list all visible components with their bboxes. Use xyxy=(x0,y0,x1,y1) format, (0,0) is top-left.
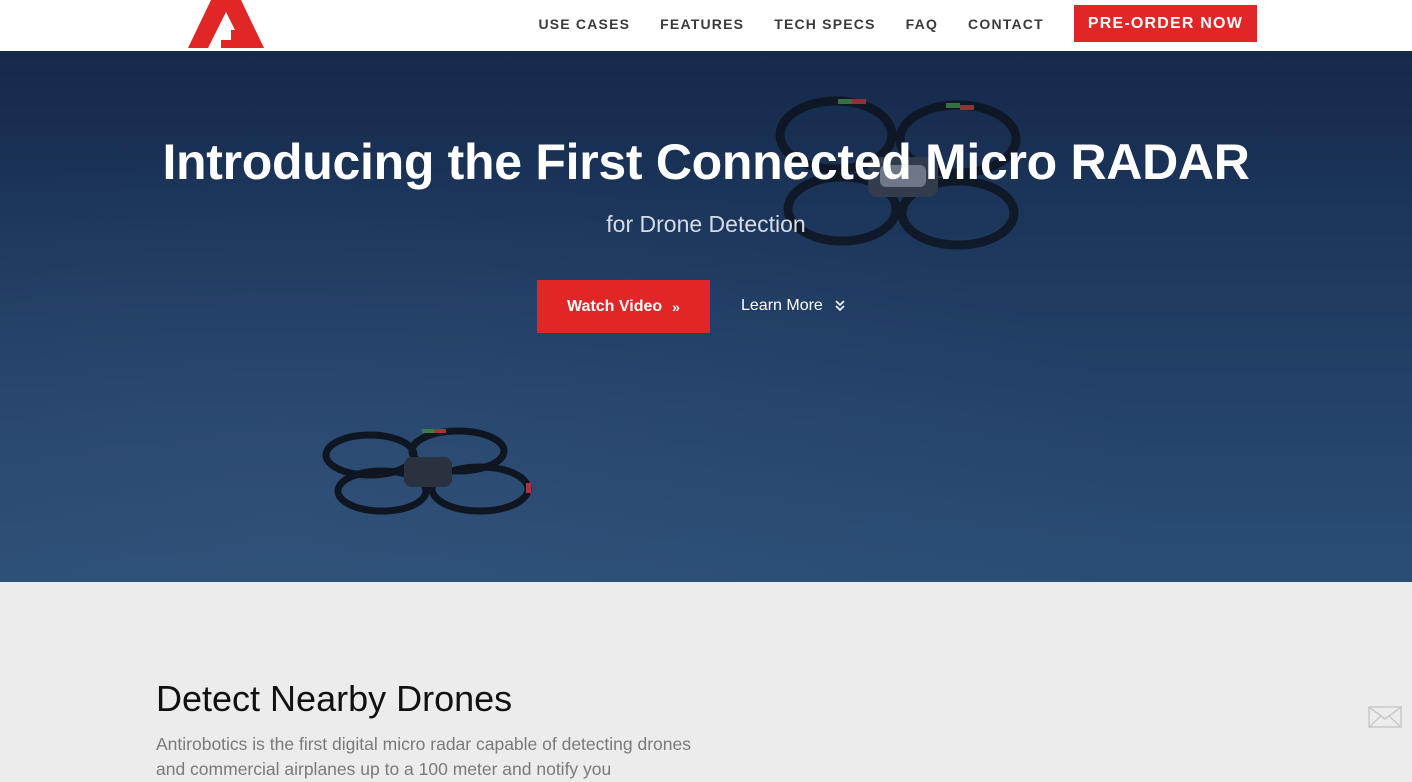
hero-subtitle: for Drone Detection xyxy=(606,211,806,237)
nav-contact[interactable]: CONTACT xyxy=(968,16,1044,32)
nav-faq[interactable]: FAQ xyxy=(906,16,938,32)
watch-video-button[interactable]: Watch Video » xyxy=(537,280,710,333)
nav-use-cases[interactable]: USE CASES xyxy=(538,16,630,32)
pre-order-button[interactable]: PRE-ORDER NOW xyxy=(1073,5,1257,42)
drone-image xyxy=(322,427,532,515)
main-nav: USE CASES FEATURES TECH SPECS FAQ CONTAC… xyxy=(538,0,1257,47)
site-header: USE CASES FEATURES TECH SPECS FAQ CONTAC… xyxy=(0,0,1412,51)
double-chevron-down-icon xyxy=(835,300,845,312)
antirobotics-logo-icon[interactable] xyxy=(188,0,264,48)
watch-video-label: Watch Video xyxy=(567,297,663,315)
hero-section: Introducing the First Connected Micro RA… xyxy=(0,51,1412,582)
nav-features[interactable]: FEATURES xyxy=(660,16,744,32)
double-chevron-right-icon: » xyxy=(672,298,680,315)
nav-tech-specs[interactable]: TECH SPECS xyxy=(774,16,875,32)
mail-icon[interactable] xyxy=(1368,706,1402,728)
learn-more-link[interactable]: Learn More xyxy=(741,294,845,318)
learn-more-label: Learn More xyxy=(741,297,823,314)
hero-title: Introducing the First Connected Micro RA… xyxy=(162,134,1250,190)
section-description: Antirobotics is the first digital micro … xyxy=(156,734,691,779)
section-title: Detect Nearby Drones xyxy=(156,678,513,719)
